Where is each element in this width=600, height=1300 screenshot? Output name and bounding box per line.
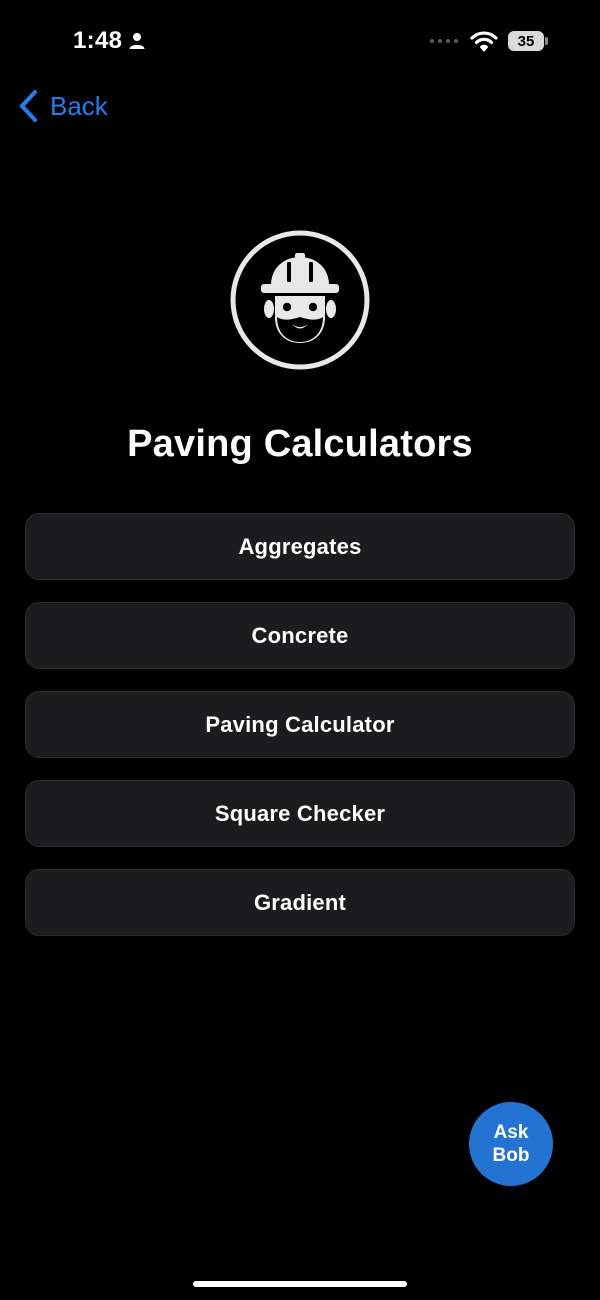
aggregates-button[interactable]: Aggregates: [25, 513, 575, 580]
gradient-button[interactable]: Gradient: [25, 869, 575, 936]
battery-cap: [545, 37, 548, 45]
status-indicators: 35: [430, 28, 548, 54]
chevron-left-icon: [19, 89, 38, 123]
wifi-icon: [470, 31, 498, 52]
battery-icon: 35: [508, 30, 548, 52]
construction-worker-icon: [230, 230, 370, 370]
ask-bob-button[interactable]: Ask Bob: [469, 1102, 553, 1186]
back-button[interactable]: Back: [18, 86, 108, 126]
status-time-group: 1:48: [73, 24, 146, 58]
back-label: Back: [50, 91, 108, 121]
app-logo: [229, 229, 371, 371]
concrete-button[interactable]: Concrete: [25, 602, 575, 669]
signal-dots-icon: [430, 39, 458, 43]
home-indicator[interactable]: [193, 1281, 407, 1287]
ask-bob-label-line1: Ask: [493, 1122, 529, 1143]
page-title: Paving Calculators: [127, 423, 473, 465]
paving-calculator-button[interactable]: Paving Calculator: [25, 691, 575, 758]
battery-level: 35: [508, 31, 544, 51]
square-checker-button[interactable]: Square Checker: [25, 780, 575, 847]
status-time: 1:48: [73, 27, 123, 54]
person-icon: [129, 33, 145, 49]
calculator-menu: Aggregates Concrete Paving Calculator Sq…: [25, 513, 575, 936]
ask-bob-label-line2: Bob: [492, 1145, 530, 1166]
status-bar: 1:48 35: [0, 0, 600, 82]
